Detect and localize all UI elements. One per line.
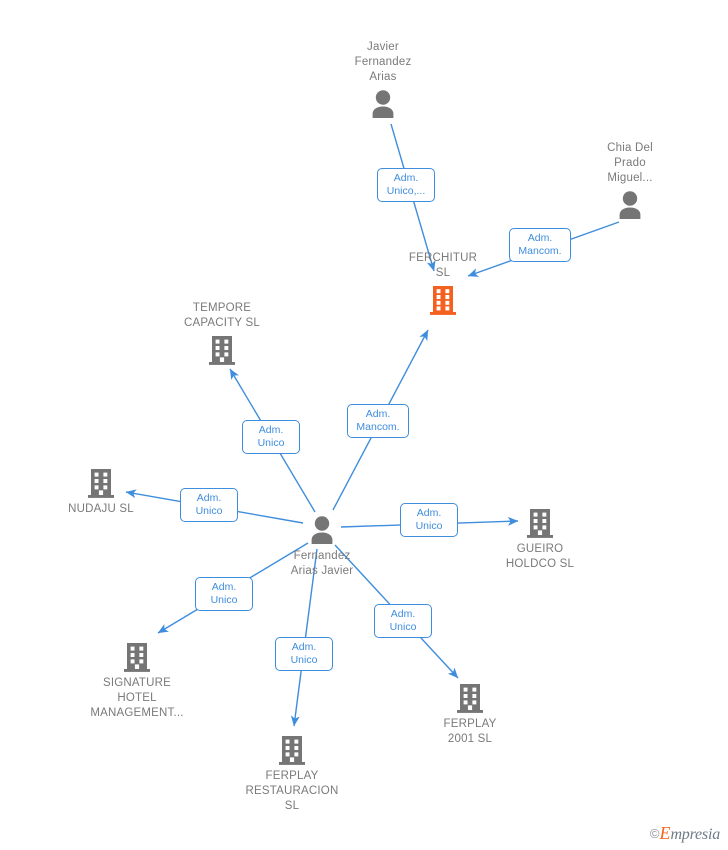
building-icon	[212, 733, 372, 767]
building-icon	[21, 466, 181, 500]
building-icon	[142, 333, 302, 367]
node-ferplay-2001-sl[interactable]: FERPLAY 2001 SL	[390, 681, 550, 747]
node-label: NUDAJU SL	[68, 503, 134, 515]
edge-label-edge-fernandez-to-gueiro[interactable]: Adm. Unico	[400, 503, 458, 537]
node-ferchitur-sl[interactable]: FERCHITUR SL	[363, 251, 523, 317]
edge-label-edge-fernandez-to-signature[interactable]: Adm. Unico	[195, 577, 253, 611]
node-chia-del-prado-miguel[interactable]: Chia Del Prado Miguel...	[550, 141, 710, 222]
person-icon	[242, 513, 402, 547]
node-label: TEMPORE CAPACITY SL	[184, 302, 260, 329]
building-icon	[363, 283, 523, 317]
edge-label-edge-fernandez-to-ferplay-restauracion[interactable]: Adm. Unico	[275, 637, 333, 671]
node-label: FERCHITUR SL	[408, 252, 478, 279]
node-javier-fernandez-arias[interactable]: Javier Fernandez Arias	[303, 40, 463, 121]
building-icon	[390, 681, 550, 715]
edge-label-edge-fernandez-to-ferplay-2001[interactable]: Adm. Unico	[374, 604, 432, 638]
building-icon	[460, 506, 620, 540]
node-label: FERPLAY 2001 SL	[443, 718, 497, 745]
person-icon	[550, 188, 710, 222]
copyright-symbol: ©	[649, 826, 660, 841]
node-label: Fernandez Arias Javier	[290, 550, 354, 577]
node-label: Chia Del Prado Miguel...	[607, 142, 653, 184]
empresia-watermark: ©Empresia	[650, 824, 720, 844]
node-label: FERPLAY RESTAURACION SL	[245, 770, 339, 812]
relationship-graph-canvas: Javier Fernandez Arias Chia Del Prado Mig…	[0, 0, 728, 850]
edge-label-edge-fernandez-to-tempore[interactable]: Adm. Unico	[242, 420, 300, 454]
edge-label-edge-javier-to-ferchitur[interactable]: Adm. Unico,...	[377, 168, 435, 202]
node-gueiro-holdco-sl[interactable]: GUEIRO HOLDCO SL	[460, 506, 620, 572]
edge-label-edge-chia-to-ferchitur[interactable]: Adm. Mancom.	[509, 228, 571, 262]
node-signature-hotel-management[interactable]: SIGNATURE HOTEL MANAGEMENT...	[57, 640, 217, 721]
edge-label-edge-fernandez-to-nudaju[interactable]: Adm. Unico	[180, 488, 238, 522]
building-icon	[57, 640, 217, 674]
node-label: Javier Fernandez Arias	[354, 41, 412, 83]
node-nudaju-sl[interactable]: NUDAJU SL	[21, 466, 181, 517]
edge-label-edge-fernandez-to-ferchitur[interactable]: Adm. Mancom.	[347, 404, 409, 438]
node-tempore-capacity-sl[interactable]: TEMPORE CAPACITY SL	[142, 301, 302, 367]
node-label: SIGNATURE HOTEL MANAGEMENT...	[90, 677, 184, 719]
node-ferplay-restauracion-sl[interactable]: FERPLAY RESTAURACION SL	[212, 733, 372, 814]
brand-initial: E	[659, 823, 671, 843]
node-label: GUEIRO HOLDCO SL	[505, 543, 575, 570]
brand-name: mpresia	[670, 826, 720, 843]
person-icon	[303, 87, 463, 121]
node-fernandez-arias-javier[interactable]: Fernandez Arias Javier	[242, 513, 402, 579]
